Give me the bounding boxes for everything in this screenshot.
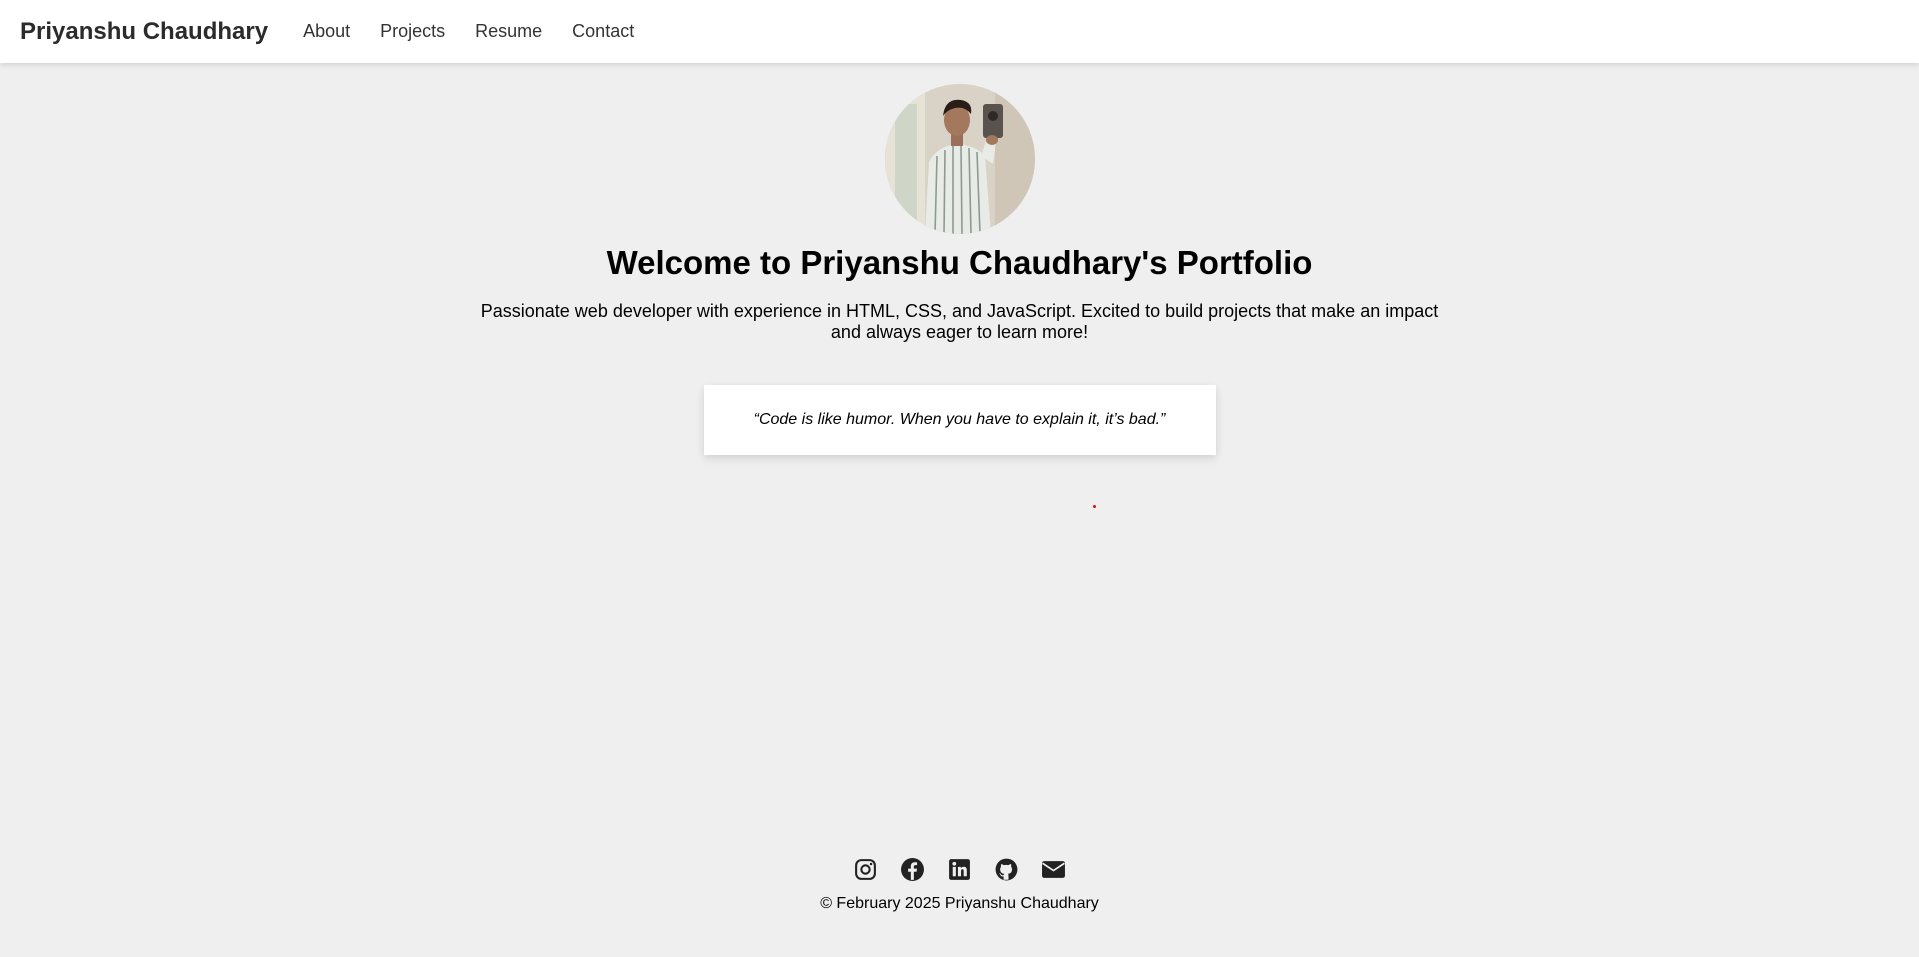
quote-card: “Code is like humor. When you have to ex… — [703, 385, 1216, 455]
nav-link-about[interactable]: About — [303, 21, 350, 42]
copyright-text: © February 2025 Priyanshu Chaudhary — [820, 895, 1099, 912]
social-links — [853, 857, 1066, 882]
linkedin-icon[interactable] — [947, 857, 972, 882]
email-icon[interactable] — [1041, 857, 1066, 882]
brand-logo[interactable]: Priyanshu Chaudhary — [20, 18, 268, 46]
profile-photo — [884, 84, 1035, 234]
github-icon[interactable] — [994, 857, 1019, 882]
footer: © February 2025 Priyanshu Chaudhary — [0, 857, 1919, 913]
page-title: Welcome to Priyanshu Chaudhary's Portfol… — [606, 244, 1313, 281]
nav-link-projects[interactable]: Projects — [380, 21, 445, 42]
instagram-icon[interactable] — [853, 857, 878, 882]
facebook-icon[interactable] — [900, 857, 925, 882]
hero-section: Welcome to Priyanshu Chaudhary's Portfol… — [0, 63, 1919, 455]
bio-text: Passionate web developer with experience… — [480, 301, 1439, 342]
quote-text: “Code is like humor. When you have to ex… — [753, 411, 1166, 428]
navbar: Priyanshu Chaudhary About Projects Resum… — [0, 0, 1919, 63]
nav-links: About Projects Resume Contact — [303, 21, 634, 42]
nav-link-resume[interactable]: Resume — [475, 21, 542, 42]
marker-dot — [1093, 505, 1096, 508]
nav-link-contact[interactable]: Contact — [572, 21, 634, 42]
